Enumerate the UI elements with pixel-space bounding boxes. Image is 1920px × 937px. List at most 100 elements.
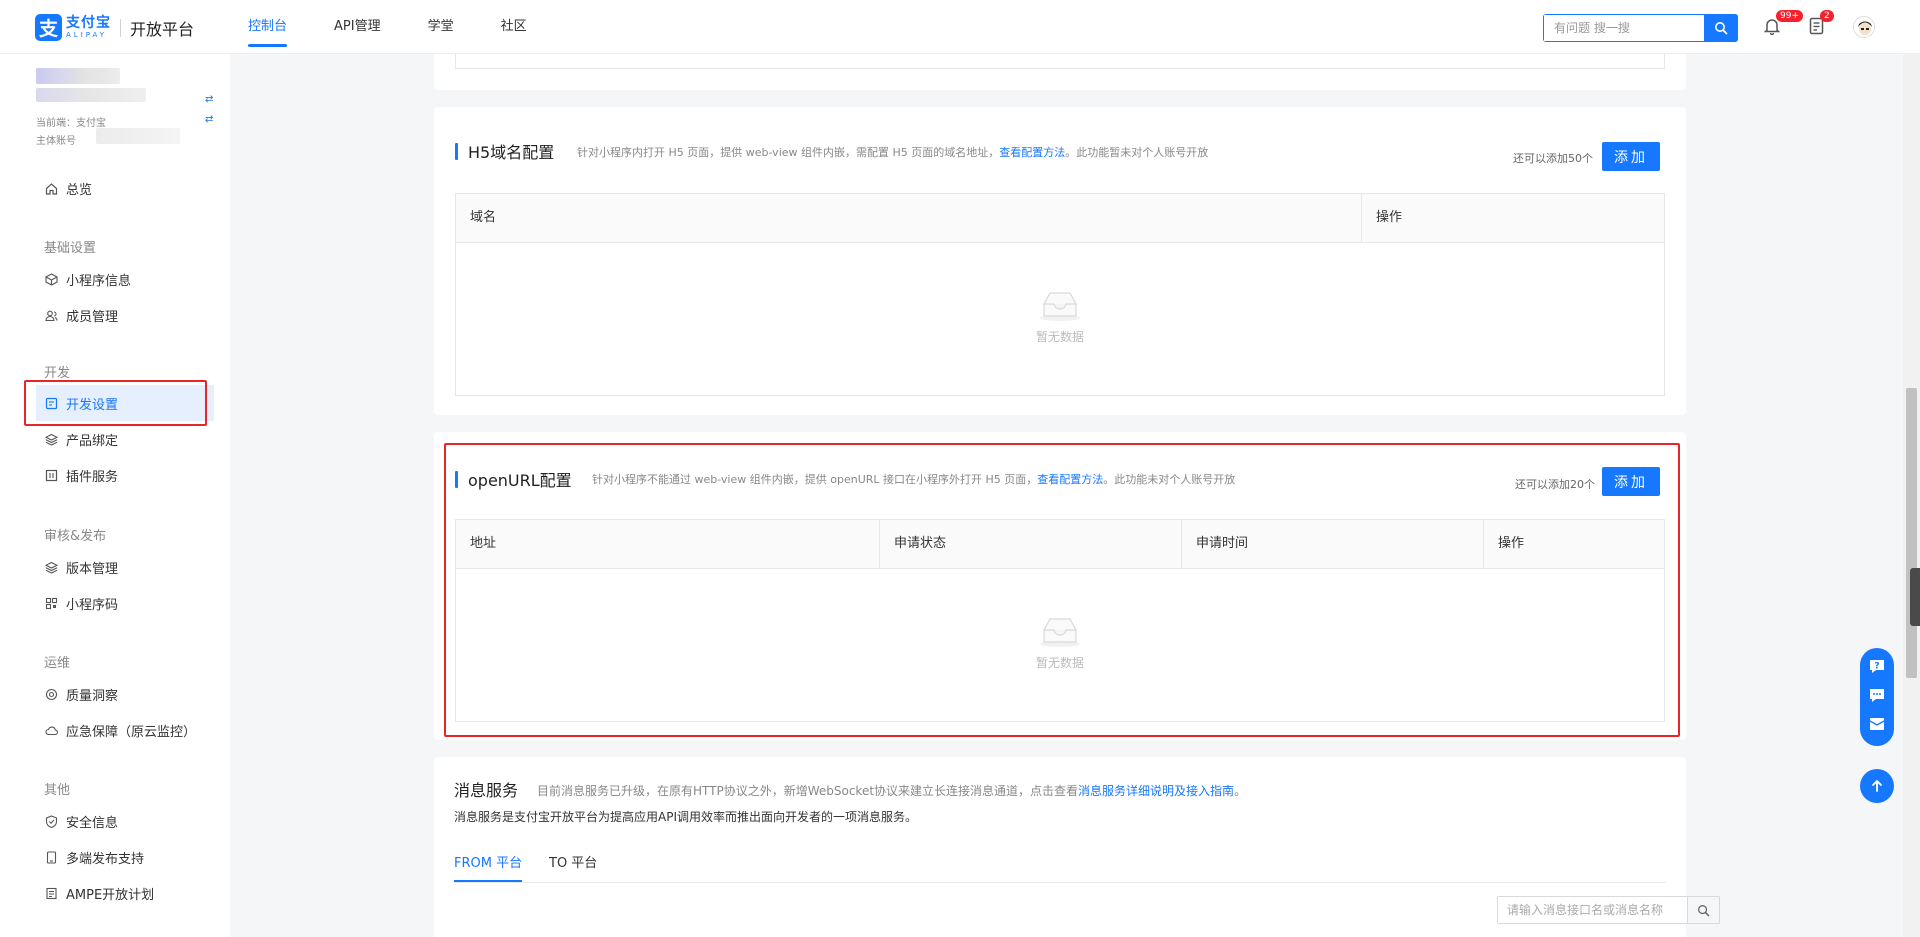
account-name-blurred	[36, 68, 120, 84]
switch-app-icon[interactable]: ⇄	[205, 94, 213, 105]
logo-text-en: ALIPAY	[66, 31, 108, 39]
message-search-input[interactable]	[1498, 897, 1688, 923]
openurl-empty-state: 暂无数据	[456, 614, 1664, 671]
sidebar-item-label: 小程序码	[66, 597, 119, 613]
sidebar-item-security[interactable]: 安全信息	[36, 803, 214, 839]
nav-academy[interactable]: 学堂	[428, 0, 454, 54]
message-service-card: 消息服务 目前消息服务已升级，在原有HTTP协议之外，新增WebSocket协议…	[434, 757, 1720, 937]
openurl-table-header: 地址 申请状态 申请时间 操作	[456, 520, 1664, 569]
sidebar-item-label: 安全信息	[66, 815, 119, 831]
header-search	[1543, 14, 1738, 42]
sidebar-item-plugin[interactable]: 插件服务	[36, 457, 214, 493]
sidebar-item-quality[interactable]: 质量洞察	[36, 676, 214, 712]
h5-domain-table: 域名 操作 暂无数据	[455, 193, 1665, 396]
top-nav: 控制台 API管理 学堂 社区	[248, 0, 574, 54]
openurl-add-button[interactable]: 添加	[1602, 467, 1660, 496]
help-chat-button[interactable]	[1868, 686, 1886, 708]
avatar-image	[1858, 21, 1872, 35]
feedback-mail-icon	[1869, 717, 1885, 730]
sidebar-item-label: 产品绑定	[66, 433, 119, 449]
sidebar-group-other: 其他	[44, 783, 71, 798]
tab-divider	[454, 882, 1666, 883]
h5-add-button[interactable]: 添加	[1602, 142, 1660, 171]
todo-badge: 2	[1820, 10, 1834, 22]
sidebar-item-label: 插件服务	[66, 469, 119, 485]
plugin-icon	[45, 469, 58, 482]
sidebar-group-review: 审核&发布	[44, 529, 107, 544]
sidebar-item-label: 开发设置	[66, 397, 119, 413]
header-search-button[interactable]	[1704, 14, 1738, 42]
sidebar-item-overview[interactable]: 总览	[36, 170, 214, 206]
device-icon	[45, 850, 58, 864]
switch-end-icon[interactable]: ⇄	[205, 114, 213, 125]
h5-card-title: H5域名配置	[455, 139, 554, 163]
openurl-config-method-link[interactable]: 查看配置方法	[1037, 473, 1103, 486]
sidebar-item-qrcode[interactable]: 小程序码	[36, 585, 214, 621]
h5-col-action: 操作	[1376, 210, 1403, 225]
arrow-up-icon	[1872, 780, 1882, 792]
notification-badge: 99+	[1776, 10, 1803, 22]
entity-account-blurred	[96, 128, 180, 144]
platform-title: 开放平台	[130, 19, 195, 39]
header-search-input[interactable]	[1544, 15, 1704, 41]
settings-doc-icon	[45, 397, 58, 410]
page-scrollbar-thumb[interactable]	[1906, 388, 1917, 678]
empty-inbox-icon	[1040, 618, 1080, 647]
openurl-empty-text: 暂无数据	[1035, 656, 1084, 670]
sidebar-item-product-bind[interactable]: 产品绑定	[36, 421, 214, 457]
openurl-card-description: 针对小程序不能通过 web-view 组件内嵌，提供 openURL 接口在小程…	[592, 473, 1236, 486]
user-avatar[interactable]	[1853, 16, 1875, 38]
sidebar-item-label: 应急保障（原云监控）	[66, 724, 197, 740]
nav-community[interactable]: 社区	[501, 0, 527, 54]
sidebar-item-emergency[interactable]: 应急保障（原云监控）	[36, 712, 214, 748]
todo-button[interactable]: 2	[1809, 10, 1834, 37]
sidebar-item-ampe[interactable]: AMPE开放计划	[36, 875, 214, 911]
tab-from-platform[interactable]: FROM 平台	[454, 852, 523, 882]
question-bubble-icon: ?	[1870, 660, 1884, 674]
openurl-col-address: 地址	[456, 520, 880, 568]
openurl-table: 地址 申请状态 申请时间 操作 暂无数据	[455, 519, 1665, 722]
sidebar-item-version[interactable]: 版本管理	[36, 549, 214, 585]
message-search-button[interactable]	[1687, 897, 1719, 923]
openurl-card: openURL配置 针对小程序不能通过 web-view 组件内嵌，提供 ope…	[434, 432, 1686, 740]
document-icon	[45, 887, 58, 900]
message-service-title: 消息服务	[454, 781, 519, 800]
back-to-top-button[interactable]	[1860, 769, 1894, 803]
h5-quota-text: 还可以添加50个	[1513, 152, 1593, 165]
sidebar-item-members[interactable]: 成员管理	[36, 297, 214, 333]
empty-inbox-icon	[1040, 292, 1080, 321]
h5-card-description: 针对小程序内打开 H5 页面，提供 web-view 组件内嵌，需配置 H5 页…	[577, 146, 1209, 159]
side-widget-tab[interactable]	[1910, 568, 1920, 626]
alipay-logo[interactable]: 支 支付宝 ALIPAY 开放平台	[35, 14, 194, 41]
help-question-button[interactable]: ?	[1868, 657, 1886, 679]
openurl-col-time: 申请时间	[1182, 520, 1484, 568]
help-feedback-button[interactable]	[1868, 715, 1886, 737]
openurl-card-title: openURL配置	[455, 467, 572, 491]
current-end-label: 当前端：支付宝	[36, 118, 106, 129]
h5-empty-text: 暂无数据	[1035, 330, 1084, 344]
sidebar-item-label: 成员管理	[66, 309, 119, 325]
h5-empty-state: 暂无数据	[456, 288, 1664, 345]
search-icon	[1715, 22, 1728, 35]
sidebar-item-mini-info[interactable]: 小程序信息	[36, 261, 214, 297]
qrcode-icon	[45, 597, 58, 610]
message-service-guide-link[interactable]: 消息服务详细说明及接入指南	[1078, 784, 1234, 798]
sidebar-item-label: 版本管理	[66, 561, 119, 577]
sidebar-item-multi-end[interactable]: 多端发布支持	[36, 839, 214, 875]
sidebar-item-label: AMPE开放计划	[66, 887, 155, 903]
layers-icon	[45, 433, 58, 446]
search-icon	[1698, 904, 1710, 916]
message-service-description: 目前消息服务已升级，在原有HTTP协议之外，新增WebSocket协议来建立长连…	[537, 784, 1247, 798]
sidebar-group-dev: 开发	[44, 366, 71, 381]
alipay-logo-icon: 支	[35, 14, 62, 41]
h5-config-method-link[interactable]: 查看配置方法	[999, 146, 1065, 159]
tab-to-platform[interactable]: TO 平台	[549, 852, 597, 882]
nav-api-management[interactable]: API管理	[334, 0, 381, 54]
h5-table-header: 域名 操作	[456, 194, 1664, 243]
openurl-quota-text: 还可以添加20个	[1515, 478, 1595, 491]
notification-button[interactable]: 99+	[1763, 10, 1803, 37]
sidebar-item-label: 总览	[66, 182, 93, 198]
cube-icon	[45, 272, 58, 286]
nav-console[interactable]: 控制台	[248, 0, 288, 54]
sidebar-item-dev-settings[interactable]: 开发设置	[36, 385, 214, 421]
